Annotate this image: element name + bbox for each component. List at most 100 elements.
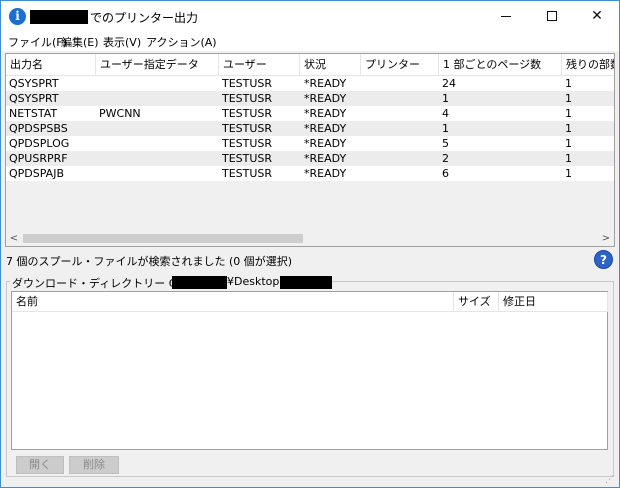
cell-copies-left: 1: [565, 122, 572, 135]
table-row[interactable]: QPUSRPRF TESTUSR *READY 2 1: [6, 151, 614, 166]
window-title: でのプリンター出力: [90, 11, 199, 25]
cell-user-data: [96, 121, 219, 136]
title-bar: i でのプリンター出力 ✕: [1, 1, 619, 31]
cell-user-data: PWCNN: [99, 107, 141, 120]
cell-pages-per-copy: 1: [442, 122, 449, 135]
cell-pages-per-copy: 6: [442, 167, 449, 180]
table-body: QSYSPRT TESTUSR *READY 24 1 QSYSPRT TESTUSR *RE…: [6, 76, 614, 181]
minimize-button[interactable]: [483, 1, 529, 31]
cell-copies-left: 1: [565, 107, 572, 120]
menu-edit[interactable]: 編集(E): [61, 34, 99, 50]
cell-printer: [361, 76, 439, 91]
cell-pages-per-copy: 24: [442, 77, 456, 90]
cell-status: *READY: [304, 92, 347, 105]
cell-copies-left: 1: [565, 77, 572, 90]
cell-printer: [361, 136, 439, 151]
printer-output-window: i でのプリンター出力 ✕ ファイル(F) 編集(E) 表示(V) アクション(…: [0, 0, 620, 488]
cell-user: TESTUSR: [222, 137, 273, 150]
download-directory-path-part: ¥Desktop¥: [227, 275, 287, 288]
menu-view[interactable]: 表示(V): [103, 34, 141, 50]
cell-user: TESTUSR: [222, 167, 273, 180]
scroll-left-icon[interactable]: <: [8, 231, 20, 246]
cell-status: *READY: [304, 152, 347, 165]
cell-pages-per-copy: 1: [442, 92, 449, 105]
redacted-user-name: [172, 276, 227, 289]
column-header-user-data[interactable]: ユーザー指定データ: [96, 54, 219, 76]
cell-pages-per-copy: 4: [442, 107, 449, 120]
cell-copies-left: 1: [565, 137, 572, 150]
status-message: 7 個のスプール・ファイルが検索されました (0 個が選択): [6, 255, 293, 268]
cell-user-data: [96, 91, 219, 106]
delete-button[interactable]: 削除: [69, 456, 119, 474]
cell-copies-left: 1: [565, 92, 572, 105]
help-icon[interactable]: ?: [594, 250, 613, 269]
cell-status: *READY: [304, 77, 347, 90]
close-button[interactable]: ✕: [574, 1, 619, 31]
table-row[interactable]: QPDSPLOG TESTUSR *READY 5 1: [6, 136, 614, 151]
menu-action[interactable]: アクション(A): [146, 34, 217, 50]
column-header-printer[interactable]: プリンター: [361, 54, 439, 76]
cell-pages-per-copy: 5: [442, 137, 449, 150]
column-header-name[interactable]: 名前: [16, 292, 38, 312]
cell-user: TESTUSR: [222, 92, 273, 105]
column-divider: [607, 292, 608, 312]
cell-user-data: [96, 136, 219, 151]
table-row[interactable]: NETSTAT PWCNN TESTUSR *READY 4 1: [6, 106, 614, 121]
cell-user-data: [96, 166, 219, 181]
table-row[interactable]: QPDSPAJB TESTUSR *READY 6 1: [6, 166, 614, 181]
cell-copies-left: 1: [565, 167, 572, 180]
cell-user: TESTUSR: [222, 107, 273, 120]
resize-grip-icon[interactable]: ⋰: [605, 475, 614, 485]
redacted-system-name: [30, 10, 88, 24]
column-header-copies-left[interactable]: 残りの部数: [562, 54, 614, 76]
cell-status: *READY: [304, 167, 347, 180]
column-header-modified[interactable]: 修正日: [503, 292, 536, 312]
minimize-icon: [501, 16, 511, 17]
file-list-header: 名前 サイズ 修正日: [12, 292, 608, 312]
column-header-output-name[interactable]: 出力名: [6, 54, 96, 76]
cell-printer: [361, 91, 439, 106]
app-info-icon: i: [9, 8, 26, 25]
scroll-right-icon[interactable]: >: [600, 231, 612, 246]
column-header-user[interactable]: ユーザー: [219, 54, 300, 76]
maximize-button[interactable]: [529, 1, 575, 31]
cell-user: TESTUSR: [222, 77, 273, 90]
cell-output-name: QPUSRPRF: [9, 152, 68, 165]
cell-user: TESTUSR: [222, 122, 273, 135]
menu-bar: ファイル(F) 編集(E) 表示(V) アクション(A): [1, 31, 619, 51]
table-row[interactable]: QSYSPRT TESTUSR *READY 24 1: [6, 76, 614, 91]
column-divider: [453, 292, 454, 312]
cell-status: *READY: [304, 107, 347, 120]
maximize-icon: [547, 11, 557, 21]
close-icon: ✕: [591, 8, 603, 24]
cell-status: *READY: [304, 122, 347, 135]
cell-printer: [361, 121, 439, 136]
table-header: 出力名 ユーザー指定データ ユーザー 状況 プリンター 1 部ごとのページ数 残…: [6, 54, 614, 76]
column-header-pages-per-copy[interactable]: 1 部ごとのページ数: [439, 54, 562, 76]
cell-pages-per-copy: 2: [442, 152, 449, 165]
cell-output-name: QPDSPLOG: [9, 137, 70, 150]
cell-user-data: [96, 76, 219, 91]
table-row[interactable]: QPDSPSBS TESTUSR *READY 1 1: [6, 121, 614, 136]
redacted-folder-name: [280, 276, 332, 289]
horizontal-scrollbar[interactable]: < >: [6, 231, 614, 246]
cell-user-data: [96, 151, 219, 166]
column-divider: [498, 292, 499, 312]
cell-user: TESTUSR: [222, 152, 273, 165]
column-header-status[interactable]: 状況: [300, 54, 361, 76]
menu-file[interactable]: ファイル(F): [8, 34, 67, 50]
downloaded-file-list[interactable]: 名前 サイズ 修正日: [11, 291, 608, 450]
cell-printer: [361, 106, 439, 121]
spool-file-table: 出力名 ユーザー指定データ ユーザー 状況 プリンター 1 部ごとのページ数 残…: [5, 53, 615, 247]
cell-output-name: QPDSPSBS: [9, 122, 68, 135]
cell-output-name: NETSTAT: [9, 107, 58, 120]
cell-output-name: QSYSPRT: [9, 92, 59, 105]
cell-printer: [361, 166, 439, 181]
cell-output-name: QPDSPAJB: [9, 167, 64, 180]
scrollbar-thumb[interactable]: [23, 234, 303, 243]
cell-copies-left: 1: [565, 152, 572, 165]
cell-output-name: QSYSPRT: [9, 77, 59, 90]
open-button[interactable]: 開く: [16, 456, 64, 474]
column-header-size[interactable]: サイズ: [458, 292, 491, 312]
table-row[interactable]: QSYSPRT TESTUSR *READY 1 1: [6, 91, 614, 106]
